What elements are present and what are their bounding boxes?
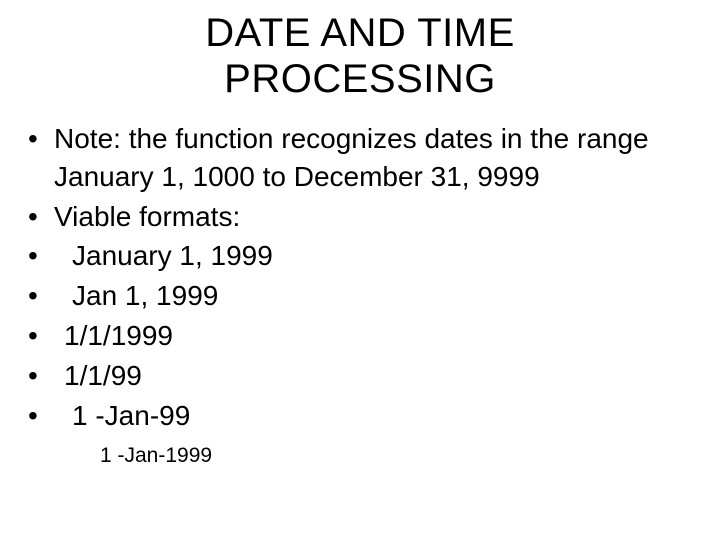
bullet-text: 1/1/99 [54, 357, 142, 395]
bullet-text: Note: the function recognizes dates in t… [54, 123, 649, 192]
list-item: 1 -Jan-99 [20, 397, 700, 435]
title-line-1: DATE AND TIME [205, 11, 515, 55]
bullet-text: January 1, 1999 [54, 237, 273, 275]
list-item: Note: the function recognizes dates in t… [20, 120, 700, 196]
list-item: Jan 1, 1999 [20, 277, 700, 315]
bullet-text: Viable formats: [54, 201, 240, 232]
list-item: 1/1/1999 [20, 317, 700, 355]
list-item: 1/1/99 [20, 357, 700, 395]
list-item: Viable formats: [20, 198, 700, 236]
list-item: January 1, 1999 [20, 237, 700, 275]
title-line-2: PROCESSING [224, 57, 496, 101]
slide-title: DATE AND TIME PROCESSING [20, 10, 700, 102]
bullet-list: Note: the function recognizes dates in t… [20, 120, 700, 434]
bullet-text: Jan 1, 1999 [54, 277, 218, 315]
slide: DATE AND TIME PROCESSING Note: the funct… [0, 0, 720, 540]
bullet-text: 1/1/1999 [54, 317, 173, 355]
trailing-text: 1 -Jan-1999 [20, 444, 700, 468]
bullet-text: 1 -Jan-99 [54, 397, 190, 435]
